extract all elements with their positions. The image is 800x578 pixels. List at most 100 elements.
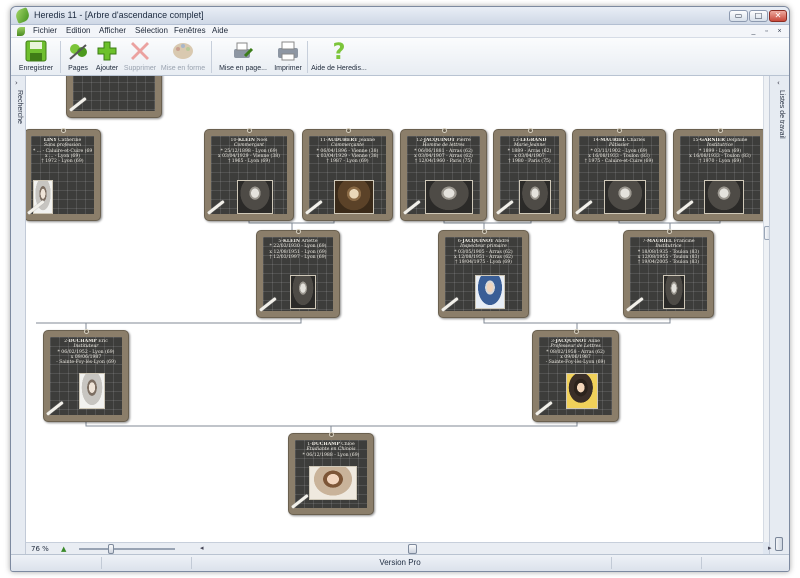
scroll-left-arrow-icon[interactable]: ◂	[200, 544, 204, 552]
page-setup-icon	[234, 42, 254, 58]
help-label: Aide de Heredis...	[311, 65, 367, 72]
mdi-restore-button[interactable]: ▫	[761, 26, 772, 36]
occupation: Professeur de Lettres	[550, 344, 601, 350]
person-photo[interactable]	[604, 180, 646, 214]
menu-edition[interactable]: Edition	[66, 26, 90, 35]
person-details: LINY Catherine Sans profession * ... - Cal…	[33, 138, 92, 164]
document-icon[interactable]	[17, 27, 25, 36]
card-hook-icon	[296, 229, 301, 234]
person-photo[interactable]	[704, 180, 744, 214]
expand-arrow-icon[interactable]: ›	[15, 79, 18, 87]
person-card-p0[interactable]	[66, 76, 162, 118]
maximize-button[interactable]: □	[749, 10, 768, 22]
person-card-p2[interactable]: 2-DUCHAMP Eric Instituteur * 06/02/1952 - …	[43, 329, 129, 422]
zoom-slider-thumb[interactable]	[107, 544, 114, 554]
card-hook-icon	[329, 432, 334, 437]
person-photo[interactable]	[309, 466, 357, 500]
chalkboard	[73, 76, 155, 111]
work-lists-tab[interactable]: Listes de travail	[778, 90, 785, 139]
person-details: 6-JACQUINOT André Inspecteur primaire * 03…	[447, 239, 520, 265]
save-label: Enregistrer	[18, 65, 54, 72]
life-event: † 1975 - Caluire-et-Cuire (69)	[584, 159, 654, 165]
menu-aide[interactable]: Aide	[212, 26, 228, 35]
toolbar-separator	[211, 41, 212, 73]
add-label: Ajouter	[95, 65, 119, 72]
collapse-arrow-icon[interactable]: ‹	[777, 79, 780, 87]
person-details: 7-MAURIEL Francine Institutrice * 18/08/19…	[632, 239, 705, 265]
person-card-p1root[interactable]: 1-DUCHAMP Chloé Étudiante en Chinois * 06/…	[288, 432, 374, 515]
zoom-slider[interactable]	[79, 548, 175, 550]
format-button[interactable]: Mise en forme	[159, 40, 207, 72]
delete-icon	[131, 42, 149, 60]
work-lists-side-panel[interactable]: ‹ Listes de travail	[769, 76, 789, 554]
print-button[interactable]: Imprimer	[273, 40, 303, 72]
person-card-p7[interactable]: 7-MAURIEL Francine Institutrice * 18/08/19…	[623, 229, 714, 318]
life-event: † 19/04/2005 - Toulon (83)	[637, 260, 700, 266]
title-bar[interactable]: Heredis 11 - [Arbre d'ascendance complet…	[11, 7, 789, 25]
person-photo[interactable]	[79, 373, 105, 409]
page-setup-button[interactable]: Mise en page...	[215, 40, 271, 72]
zoom-up-arrow-icon[interactable]: ▲	[61, 545, 66, 553]
person-photo[interactable]	[475, 275, 505, 309]
minimize-button[interactable]: ▭	[729, 10, 748, 22]
horizontal-scroll-thumb[interactable]	[408, 544, 417, 554]
svg-text:?: ?	[333, 40, 346, 62]
pages-button[interactable]: Pages	[63, 40, 93, 72]
person-photo[interactable]	[425, 180, 473, 214]
occupation: Étudiante en Chinois	[306, 447, 356, 453]
given-name: Charles	[627, 138, 646, 143]
menu-fichier[interactable]: Fichier	[33, 26, 57, 35]
life-event: † 1987 - Lyon (69)	[326, 159, 369, 165]
person-details: 15-GARNIER Delphine Institutrice * 1899 - …	[682, 138, 758, 164]
person-photo[interactable]	[334, 180, 374, 214]
mdi-minimize-button[interactable]: _	[748, 26, 759, 36]
delete-button[interactable]: Supprimer	[123, 40, 157, 72]
person-card-p12[interactable]: 12-JACQUINOT Pierre Homme de lettres * 06/…	[400, 128, 487, 221]
person-card-p15[interactable]: 15-GARNIER Delphine Institutrice * 1899 - …	[673, 128, 763, 221]
mdi-close-button[interactable]: ×	[774, 26, 785, 36]
save-button[interactable]: Enregistrer	[15, 40, 57, 72]
person-details: 5-KLEIN Arlette * 22/03/1930 - Lyon (69) x…	[265, 239, 331, 260]
card-hook-icon	[84, 329, 89, 334]
search-tab[interactable]: Recherche	[16, 90, 23, 124]
save-icon	[25, 40, 47, 62]
close-button[interactable]: ✕	[769, 10, 787, 22]
life-event: - Sainte-Foy-lès-Lyon (69)	[545, 360, 606, 366]
person-card-p13[interactable]: 13-LEGRAND Marie-Jeanne * 1889 - Arras (6…	[493, 128, 566, 221]
print-label: Imprimer	[274, 65, 302, 72]
person-card-p3[interactable]: 3-JACQUINOT Aline Professeur de Lettres * …	[532, 329, 619, 422]
life-event: * 06/12/1988 - Lyon (69)	[302, 452, 360, 458]
card-hook-icon	[527, 128, 533, 133]
add-button[interactable]: Ajouter	[93, 40, 121, 72]
person-photo[interactable]	[566, 373, 598, 409]
menu-fenetres[interactable]: Fenêtres	[174, 26, 206, 35]
person-card-p10[interactable]: 10-KLEIN Noël Commerçant * 25/12/1898 - Ly…	[204, 128, 294, 221]
person-photo[interactable]	[237, 180, 273, 214]
sosa-number: 15-	[692, 138, 701, 143]
toolbar-separator	[60, 41, 61, 73]
life-event: † 12/04/1960 - Paris (75)	[414, 159, 473, 165]
person-photo[interactable]	[290, 275, 316, 309]
card-hook-icon	[666, 229, 672, 234]
person-card-p5[interactable]: 5-KLEIN Arlette * 22/03/1930 - Lyon (69) x…	[256, 229, 340, 318]
person-card-p6[interactable]: 6-JACQUINOT André Inspecteur primaire * 03…	[438, 229, 529, 318]
card-hook-icon	[441, 128, 447, 133]
given-name: Eric	[98, 339, 108, 344]
scroll-right-arrow-icon[interactable]: ▸	[768, 544, 772, 552]
person-card-p14[interactable]: 14-MAURIEL Charles Pâtissier * 03/11/1902 …	[572, 128, 666, 221]
person-details: 13-LEGRAND Marie-Jeanne * 1889 - Arras (6…	[502, 138, 557, 164]
person-card-p1[interactable]: LINY Catherine Sans profession * ... - Cal…	[26, 128, 101, 221]
search-side-panel[interactable]: › Recherche	[11, 76, 26, 554]
life-event: † 1972 - Lyon (69)	[41, 159, 84, 165]
menu-afficher[interactable]: Afficher	[99, 26, 126, 35]
person-photo[interactable]	[519, 180, 551, 214]
pages-icon	[69, 44, 87, 60]
person-photo[interactable]	[663, 275, 685, 309]
status-bar: Version Pro	[11, 554, 789, 571]
person-card-p11[interactable]: 11-AUDUBERT Jeanne Commerçante * 06/04/189…	[302, 128, 393, 221]
help-button[interactable]: ? Aide de Heredis...	[311, 40, 367, 72]
ancestor-tree-canvas[interactable]: LINY Catherine Sans profession * ... - Cal…	[26, 76, 763, 542]
menu-selection[interactable]: Sélection	[135, 26, 168, 35]
add-icon	[97, 41, 117, 61]
panel-resize-handle[interactable]	[775, 537, 783, 551]
